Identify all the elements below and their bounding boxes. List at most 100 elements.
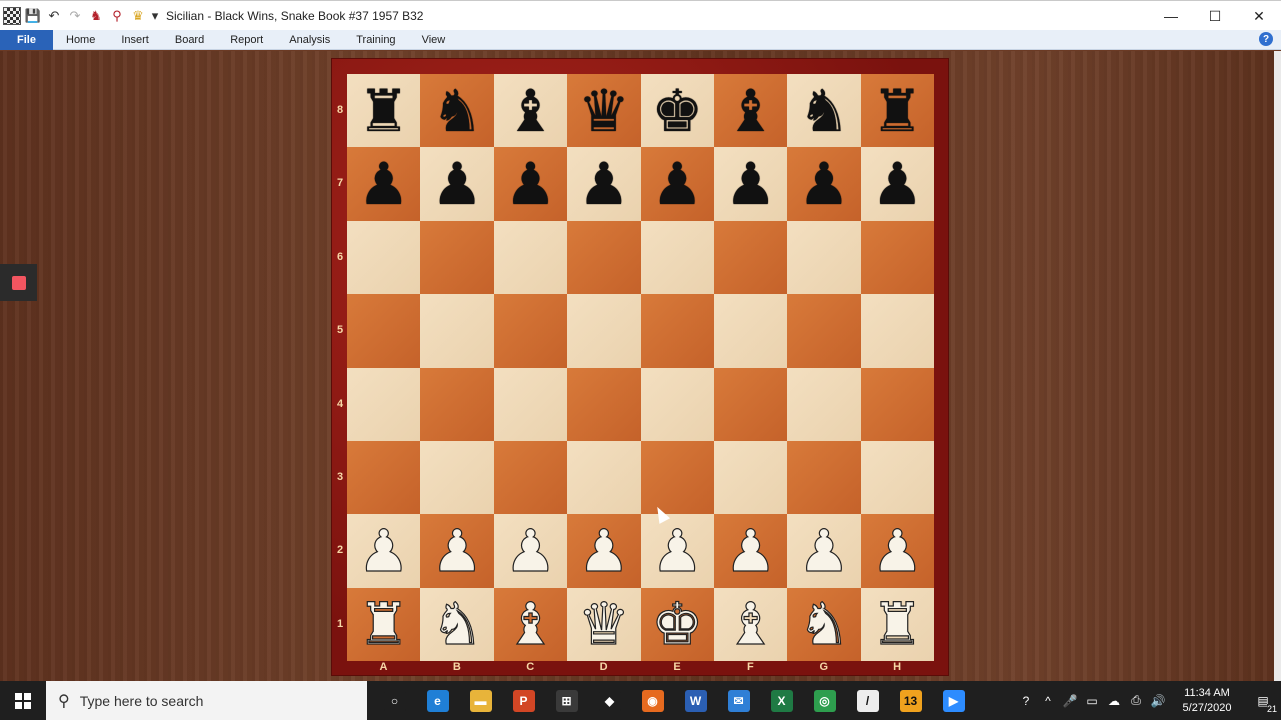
- ribbon-tab-analysis[interactable]: Analysis: [276, 30, 343, 50]
- taskbar-search-box[interactable]: ⚲ Type here to search: [46, 681, 367, 720]
- square-f3[interactable]: [713, 440, 788, 515]
- ribbon-tab-home[interactable]: Home: [53, 30, 108, 50]
- black-pawn-icon[interactable]: ♟: [651, 155, 703, 213]
- square-g1[interactable]: ♞: [787, 587, 861, 661]
- square-f2[interactable]: ♟: [713, 514, 788, 588]
- white-king-icon[interactable]: ♚: [651, 595, 704, 654]
- powerpoint-taskbar-button[interactable]: P: [502, 681, 545, 720]
- pin-icon[interactable]: ⚲: [108, 7, 126, 25]
- black-knight-icon[interactable]: ♞: [431, 82, 483, 140]
- square-b4[interactable]: [420, 367, 494, 441]
- square-a8[interactable]: ♜: [347, 74, 421, 148]
- square-b8[interactable]: ♞: [420, 74, 494, 148]
- square-b1[interactable]: ♞: [420, 587, 494, 661]
- square-f7[interactable]: ♟: [713, 147, 788, 221]
- square-g7[interactable]: ♟: [787, 147, 861, 221]
- onedrive-icon[interactable]: ☁: [1103, 681, 1125, 720]
- task-view-taskbar-button[interactable]: ○: [373, 681, 416, 720]
- minimize-button[interactable]: —: [1149, 1, 1193, 31]
- clock[interactable]: 11:34 AM 5/27/2020: [1169, 681, 1245, 720]
- start-button[interactable]: [0, 681, 46, 720]
- black-pawn-icon[interactable]: ♟: [871, 155, 923, 213]
- chess-board[interactable]: ♜ ♞ ♝ ♛ ♚ ♝ ♞ ♜ ♟ ♟ ♟ ♟ ♟ ♟ ♟ ♟ ♟ ♟ ♟ ♟ ♟ ♟ ♟ ♟ ♜ ♞ ♝ ♛ ♚ ♝ ♞ ♜: [347, 74, 934, 661]
- word-taskbar-button[interactable]: W: [674, 681, 717, 720]
- white-pawn-icon[interactable]: ♟: [871, 521, 924, 580]
- square-f4[interactable]: [713, 367, 788, 441]
- trophy-icon[interactable]: ♛: [129, 7, 147, 25]
- black-pawn-icon[interactable]: ♟: [358, 155, 410, 213]
- square-d1[interactable]: ♛: [567, 587, 641, 661]
- square-b2[interactable]: ♟: [420, 514, 494, 588]
- black-pawn-icon[interactable]: ♟: [578, 155, 630, 213]
- square-b5[interactable]: [420, 294, 494, 368]
- black-knight-icon[interactable]: ♞: [798, 82, 850, 140]
- edge-taskbar-button[interactable]: e: [416, 681, 459, 720]
- square-g3[interactable]: [787, 440, 861, 515]
- square-e7[interactable]: ♟: [640, 147, 714, 221]
- show-hidden-icons-icon[interactable]: ^: [1037, 681, 1059, 720]
- app-13-taskbar-button[interactable]: 13: [889, 681, 932, 720]
- maximize-button[interactable]: ☐: [1193, 1, 1237, 31]
- undo-icon[interactable]: ↶: [45, 7, 63, 25]
- ribbon-tab-board[interactable]: Board: [162, 30, 217, 50]
- zoom-taskbar-button[interactable]: ▶: [932, 681, 975, 720]
- white-rook-icon[interactable]: ♜: [871, 595, 924, 654]
- black-pawn-icon[interactable]: ♟: [431, 155, 483, 213]
- mail-taskbar-button[interactable]: ✉: [717, 681, 760, 720]
- square-d8[interactable]: ♛: [567, 74, 641, 148]
- black-bishop-icon[interactable]: ♝: [725, 82, 777, 140]
- vertical-scrollbar[interactable]: [1274, 51, 1281, 681]
- square-h5[interactable]: [860, 294, 934, 368]
- square-e4[interactable]: [640, 367, 714, 441]
- square-c3[interactable]: [493, 440, 568, 515]
- black-king-icon[interactable]: ♚: [651, 82, 703, 140]
- square-f6[interactable]: [713, 220, 788, 295]
- square-g8[interactable]: ♞: [787, 74, 861, 148]
- white-bishop-icon[interactable]: ♝: [504, 595, 557, 654]
- white-pawn-icon[interactable]: ♟: [430, 521, 483, 580]
- square-h4[interactable]: [860, 367, 934, 441]
- black-queen-icon[interactable]: ♛: [578, 82, 630, 140]
- ribbon-tab-report[interactable]: Report: [217, 30, 276, 50]
- battery-icon[interactable]: ▭: [1081, 681, 1103, 720]
- square-h1[interactable]: ♜: [860, 587, 934, 661]
- white-bishop-icon[interactable]: ♝: [724, 595, 777, 654]
- black-bishop-icon[interactable]: ♝: [504, 82, 556, 140]
- redo-icon[interactable]: ↷: [66, 7, 84, 25]
- chessbase-taskbar-button[interactable]: /: [846, 681, 889, 720]
- square-d4[interactable]: [567, 367, 641, 441]
- square-b6[interactable]: [420, 220, 494, 295]
- square-e6[interactable]: [640, 220, 714, 295]
- white-pawn-icon[interactable]: ♟: [504, 521, 557, 580]
- file-explorer-taskbar-button[interactable]: ▬: [459, 681, 502, 720]
- square-a2[interactable]: ♟: [347, 514, 421, 588]
- square-c8[interactable]: ♝: [493, 74, 568, 148]
- black-pawn-icon[interactable]: ♟: [798, 155, 850, 213]
- square-g5[interactable]: [787, 294, 861, 368]
- square-f1[interactable]: ♝: [713, 587, 788, 661]
- white-knight-icon[interactable]: ♞: [797, 595, 850, 654]
- square-a6[interactable]: [347, 220, 421, 295]
- white-pawn-icon[interactable]: ♟: [724, 521, 777, 580]
- white-pawn-icon[interactable]: ♟: [797, 521, 850, 580]
- square-c7[interactable]: ♟: [493, 147, 568, 221]
- square-a3[interactable]: [347, 440, 421, 515]
- white-rook-icon[interactable]: ♜: [357, 595, 410, 654]
- square-e2[interactable]: ♟: [640, 514, 714, 588]
- square-c1[interactable]: ♝: [493, 587, 568, 661]
- firefox-taskbar-button[interactable]: ◉: [631, 681, 674, 720]
- square-h6[interactable]: [860, 220, 934, 295]
- square-d2[interactable]: ♟: [567, 514, 641, 588]
- store-taskbar-button[interactable]: ⊞: [545, 681, 588, 720]
- square-a1[interactable]: ♜: [347, 587, 421, 661]
- record-stop-button[interactable]: [0, 264, 37, 301]
- square-h3[interactable]: [860, 440, 934, 515]
- customize-toolbar-icon[interactable]: ▾: [150, 7, 160, 25]
- square-h2[interactable]: ♟: [860, 514, 934, 588]
- ribbon-tab-view[interactable]: View: [409, 30, 459, 50]
- square-f8[interactable]: ♝: [713, 74, 788, 148]
- square-g4[interactable]: [787, 367, 861, 441]
- help-tray-icon[interactable]: ?: [1015, 681, 1037, 720]
- excel-taskbar-button[interactable]: X: [760, 681, 803, 720]
- square-g6[interactable]: [787, 220, 861, 295]
